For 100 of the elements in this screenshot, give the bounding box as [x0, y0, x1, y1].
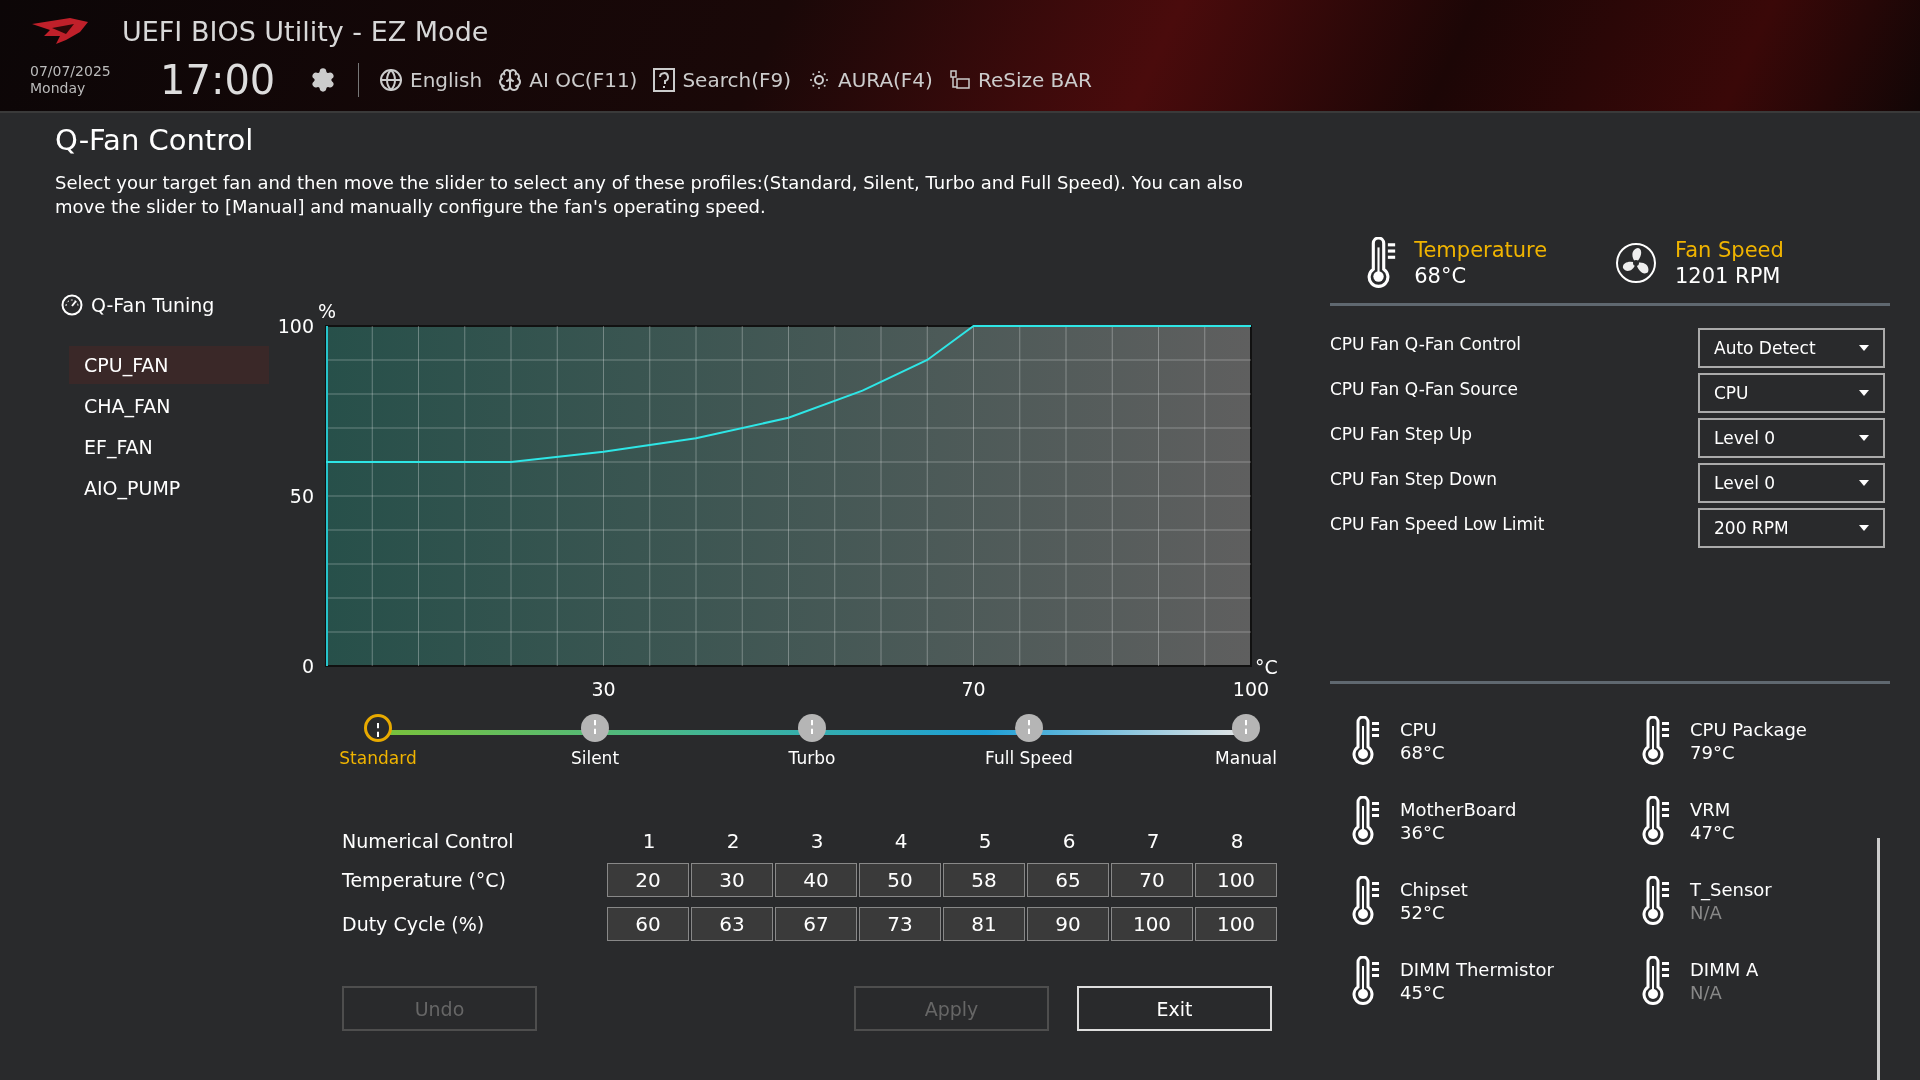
tick-label: 100 — [277, 315, 314, 337]
thermometer-icon — [1350, 796, 1380, 846]
column-header: 8 — [1229, 829, 1245, 853]
fan-list-item[interactable]: AIO_PUMP — [69, 469, 269, 507]
toolbar-button[interactable]: AURA(F4) — [806, 67, 933, 92]
clock-time: 17:00 — [160, 56, 277, 103]
setting-label: CPU Fan Step Up — [1330, 423, 1473, 446]
toolbar-button[interactable]: Search(F9) — [653, 67, 791, 92]
day-text: Monday — [30, 79, 87, 97]
setting-label: CPU Fan Q-Fan Control — [1330, 333, 1522, 356]
value-field[interactable]: 100 — [1195, 863, 1277, 897]
sensor-name: DIMM A — [1690, 958, 1759, 981]
column-header: 3 — [809, 829, 825, 853]
fan-icon — [1615, 242, 1657, 284]
toolbar-button[interactable]: English — [379, 67, 483, 92]
help-icon — [653, 67, 676, 92]
value-field[interactable]: 30 — [691, 863, 773, 897]
caret-icon — [1859, 390, 1869, 396]
thermometer-icon — [1350, 716, 1380, 766]
profile-stop[interactable]: Standard — [308, 714, 448, 789]
value-field[interactable]: 40 — [775, 863, 857, 897]
date-text: 07/07/2025 — [30, 62, 112, 80]
thermometer-icon — [1350, 876, 1380, 926]
toolbar-button[interactable]: AI OC(F11) — [498, 67, 638, 92]
sensor-name: MotherBoard — [1400, 798, 1517, 821]
value-field[interactable]: 58 — [943, 863, 1025, 897]
axis-label: % — [318, 300, 337, 322]
action-button[interactable]: Exit — [1077, 986, 1272, 1031]
column-header: 2 — [725, 829, 741, 853]
column-header: 5 — [977, 829, 993, 853]
setting-label: CPU Fan Step Down — [1330, 468, 1498, 491]
scrollbar[interactable] — [1877, 838, 1880, 1080]
fan-list-item[interactable]: CHA_FAN — [69, 387, 269, 425]
page-title: Q-Fan Control — [55, 123, 255, 157]
sensor-value: N/A — [1690, 901, 1723, 924]
profile-stop[interactable]: Manual — [1176, 714, 1316, 789]
thermometer-icon — [1350, 956, 1380, 1006]
row-label: Numerical Control — [342, 830, 515, 852]
sensor-value: 79°C — [1690, 741, 1736, 764]
window-title: UEFI BIOS Utility - EZ Mode — [122, 15, 489, 47]
thermometer-icon — [1640, 956, 1670, 1006]
status-value: 1201 RPM — [1675, 263, 1782, 289]
thermometer-icon — [1640, 876, 1670, 926]
value-field[interactable]: 81 — [943, 907, 1025, 941]
fan-list-item[interactable]: EF_FAN — [69, 428, 269, 466]
column-header: 7 — [1145, 829, 1161, 853]
dropdown[interactable]: Level 0 — [1698, 418, 1885, 458]
sensor-value: 36°C — [1400, 821, 1446, 844]
caret-icon — [1859, 480, 1869, 486]
sensor-name: DIMM Thermistor — [1400, 958, 1554, 981]
value-field[interactable]: 50 — [859, 863, 941, 897]
profile-stop[interactable]: Full Speed — [959, 714, 1099, 789]
value-field[interactable]: 60 — [607, 907, 689, 941]
value-field[interactable]: 70 — [1111, 863, 1193, 897]
dropdown[interactable]: 200 RPM — [1698, 508, 1885, 548]
sensor-name: VRM — [1690, 798, 1732, 821]
profile-stop[interactable]: Silent — [525, 714, 665, 789]
value-field[interactable]: 65 — [1027, 863, 1109, 897]
value-field[interactable]: 20 — [607, 863, 689, 897]
dropdown[interactable]: CPU — [1698, 373, 1885, 413]
thermometer-icon — [1640, 716, 1670, 766]
sensor-value: 52°C — [1400, 901, 1446, 924]
value-field[interactable]: 67 — [775, 907, 857, 941]
sensor-value: 68°C — [1400, 741, 1445, 764]
row-label: Duty Cycle (%) — [342, 913, 486, 935]
fan-list-item[interactable]: CPU_FAN — [69, 346, 269, 384]
value-field[interactable]: 63 — [691, 907, 773, 941]
sensor-name: CPU Package — [1690, 718, 1807, 741]
dropdown[interactable]: Level 0 — [1698, 463, 1885, 503]
axis-label: °C — [1255, 656, 1278, 678]
dropdown[interactable]: Auto Detect — [1698, 328, 1885, 368]
profile-stop[interactable]: Turbo — [742, 714, 882, 789]
value-field[interactable]: 90 — [1027, 907, 1109, 941]
row-label: Temperature (°C) — [342, 869, 507, 891]
settings-icon[interactable] — [310, 66, 336, 93]
column-header: 6 — [1061, 829, 1077, 853]
thermometer-icon — [1640, 796, 1670, 846]
card-icon — [948, 68, 971, 91]
tick-label: 50 — [289, 485, 314, 507]
caret-icon — [1859, 435, 1869, 441]
sensor-value: 47°C — [1690, 821, 1735, 844]
section-title: Q-Fan Tuning — [91, 294, 215, 316]
tick-label: 0 — [301, 655, 314, 677]
toolbar-button[interactable]: ReSize BAR — [948, 67, 1092, 92]
globe-icon — [379, 67, 403, 92]
tick-label: 30 — [591, 678, 616, 700]
brain-icon — [498, 67, 523, 92]
column-header: 4 — [893, 829, 909, 853]
sensor-name: T_Sensor — [1690, 878, 1772, 901]
status-value: 68°C — [1414, 263, 1468, 289]
sensor-value: 45°C — [1400, 981, 1446, 1004]
column-header: 1 — [641, 829, 657, 853]
value-field[interactable]: 73 — [859, 907, 941, 941]
status-label: Fan Speed — [1675, 237, 1784, 263]
caret-icon — [1859, 525, 1869, 531]
value-field[interactable]: 100 — [1195, 907, 1277, 941]
setting-label: CPU Fan Speed Low Limit — [1330, 513, 1545, 536]
value-field[interactable]: 100 — [1111, 907, 1193, 941]
sensor-value: N/A — [1690, 981, 1723, 1004]
setting-label: CPU Fan Q-Fan Source — [1330, 378, 1518, 401]
